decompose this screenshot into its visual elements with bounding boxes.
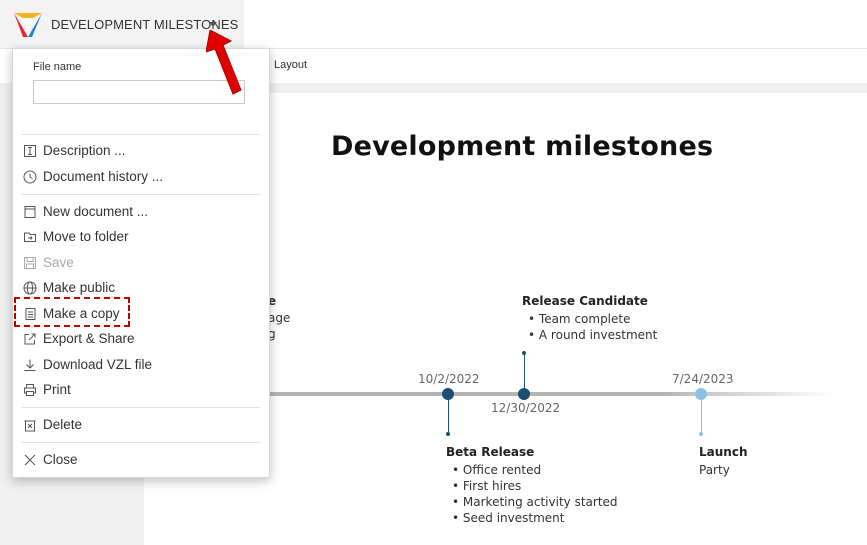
menu-separator [21,194,260,195]
milestone-title[interactable]: Release Candidate [522,294,648,308]
list-item: A round investment [528,327,657,343]
menu-item-description[interactable]: Description ... [21,141,260,163]
milestone-stem [448,399,449,434]
menu-item-delete[interactable]: Delete [21,415,260,437]
print-icon [24,384,36,396]
tab-layout[interactable]: Layout [274,59,307,71]
list-item: First hires [452,478,618,494]
red-arrow-annotation [206,30,242,95]
move-folder-icon [24,232,36,242]
caret-down-icon[interactable] [209,22,217,27]
timeline-title[interactable]: Development milestones [331,131,713,162]
list-item: Seed investment [452,510,618,526]
save-icon [24,257,36,269]
menu-item-new-document[interactable]: New document ... [21,202,260,224]
menu-item-print[interactable]: Print [21,380,260,402]
partial-milestone-text: age [268,311,291,325]
menu-item-label: New document ... [43,204,149,219]
file-name-label: File name [33,61,82,73]
highlight-annotation [14,297,130,327]
menu-separator [21,134,260,135]
milestone-date: 12/30/2022 [491,401,561,415]
menu-item-save[interactable]: Save [21,253,260,275]
menu-item-move-to-folder[interactable]: Move to folder [21,227,260,249]
milestone-marker[interactable] [518,388,530,400]
menu-item-export-share[interactable]: Export & Share [21,329,260,351]
menu-separator [21,407,260,408]
menu-item-document-history[interactable]: Document history ... [21,167,260,189]
close-icon [24,454,36,466]
menu-separator [21,442,260,443]
milestone-date: 10/2/2022 [418,372,480,386]
menu-item-label: Save [43,255,74,270]
menu-item-label: Move to folder [43,229,129,244]
milestone-stem-end [522,351,526,355]
app-logo-icon [14,13,42,37]
list-item: Office rented [452,462,618,478]
milestone-bullets: Team complete A round investment [528,311,657,343]
milestone-text: Party [699,463,730,477]
top-bar: DEVELOPMENT MILESTONES [0,0,867,48]
milestone-bullets: Office rented First hires Marketing acti… [452,462,618,526]
milestone-marker[interactable] [442,388,454,400]
globe-icon [23,281,37,295]
milestone-marker[interactable] [695,388,707,400]
menu-item-download-vzl[interactable]: Download VZL file [21,355,260,377]
list-item: Marketing activity started [452,494,618,510]
menu-item-label: Export & Share [43,331,135,346]
delete-icon [24,420,36,432]
milestone-stem [701,399,702,434]
menu-item-close[interactable]: Close [21,450,260,472]
milestone-stem-end [699,432,703,436]
text-cursor-icon [24,145,36,157]
milestone-stem-end [446,432,450,436]
clock-icon [23,170,37,184]
menu-item-label: Document history ... [43,169,164,184]
milestone-title[interactable]: Beta Release [446,445,534,459]
menu-item-label: Delete [43,417,83,432]
menu-item-label: Description ... [43,143,126,158]
menu-item-label: Make public [43,280,116,295]
menu-item-label: Print [43,382,71,397]
milestone-title[interactable]: Launch [699,445,748,459]
export-icon [24,333,36,345]
list-item: Team complete [528,311,657,327]
download-icon [24,359,36,371]
new-document-icon [24,206,36,218]
menu-item-label: Download VZL file [43,357,153,372]
menu-item-label: Close [43,452,78,467]
milestone-stem [524,354,525,390]
document-menu: File name Description ... Document histo… [12,48,270,478]
milestone-date: 7/24/2023 [672,372,734,386]
